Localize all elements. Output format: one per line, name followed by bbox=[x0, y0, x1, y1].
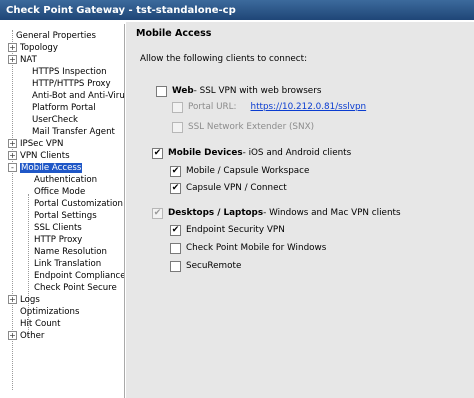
portal-url-row: Portal URL: https://10.212.0.81/sslvpn bbox=[172, 100, 366, 114]
tree-item-hit-count[interactable]: Hit Count bbox=[20, 318, 60, 330]
expand-icon[interactable]: + bbox=[8, 139, 17, 148]
cp-mobile-windows-option[interactable]: Check Point Mobile for Windows bbox=[170, 241, 326, 255]
desktops-laptops-title: Desktops / Laptops bbox=[168, 208, 264, 218]
panel-heading: Mobile Access bbox=[136, 28, 212, 39]
cp-mobile-windows-label: Check Point Mobile for Windows bbox=[186, 243, 327, 253]
capsule-vpn-checkbox[interactable]: ✔ bbox=[170, 182, 181, 194]
tree-item-ipsec-vpn[interactable]: IPSec VPN bbox=[20, 138, 63, 150]
expand-icon[interactable]: + bbox=[8, 43, 17, 52]
mobile-devices-option[interactable]: ✔ Mobile Devices - iOS and Android clien… bbox=[152, 146, 351, 160]
tree-item-general-properties[interactable]: General Properties bbox=[16, 30, 96, 42]
mobile-workspace-label: Mobile / Capsule Workspace bbox=[186, 166, 310, 176]
tree-item-nat[interactable]: NAT bbox=[20, 54, 37, 66]
desktops-laptops-desc: - Windows and Mac VPN clients bbox=[263, 208, 401, 218]
expand-icon[interactable]: + bbox=[8, 331, 17, 340]
capsule-vpn-label: Capsule VPN / Connect bbox=[186, 183, 287, 193]
expand-icon[interactable]: + bbox=[8, 55, 17, 64]
collapse-icon[interactable]: - bbox=[8, 163, 17, 172]
capsule-vpn-option[interactable]: ✔ Capsule VPN / Connect bbox=[170, 181, 287, 195]
tree-item-portal-settings[interactable]: Portal Settings bbox=[34, 210, 97, 222]
endpoint-vpn-checkbox[interactable]: ✔ bbox=[170, 224, 181, 236]
tree-item-https-inspection[interactable]: HTTPS Inspection bbox=[32, 66, 107, 78]
tree-item-http-https-proxy[interactable]: HTTP/HTTPS Proxy bbox=[32, 78, 111, 90]
tree-item-portal-customization[interactable]: Portal Customization bbox=[34, 198, 123, 210]
mobile-devices-title: Mobile Devices bbox=[168, 148, 243, 158]
mobile-workspace-option[interactable]: ✔ Mobile / Capsule Workspace bbox=[170, 164, 309, 178]
snx-option: SSL Network Extender (SNX) bbox=[172, 120, 314, 134]
tree-item-ssl-clients[interactable]: SSL Clients bbox=[34, 222, 82, 234]
expand-icon[interactable]: + bbox=[8, 151, 17, 160]
mobile-devices-desc: - iOS and Android clients bbox=[242, 148, 352, 158]
portal-url-link[interactable]: https://10.212.0.81/sslvpn bbox=[251, 102, 367, 112]
settings-panel: Mobile Access Allow the following client… bbox=[126, 22, 474, 398]
window-title: Check Point Gateway - tst-standalone-cp bbox=[6, 4, 236, 16]
web-checkbox[interactable] bbox=[156, 85, 167, 97]
tree-item-link-translation[interactable]: Link Translation bbox=[34, 258, 101, 270]
panel-intro: Allow the following clients to connect: bbox=[140, 54, 308, 64]
tree-item-optimizations[interactable]: Optimizations bbox=[20, 306, 79, 318]
tree-item-anti-bot-anti-virus[interactable]: Anti-Bot and Anti-Virus bbox=[32, 90, 124, 102]
snx-checkbox bbox=[172, 121, 183, 133]
web-title: Web bbox=[172, 86, 194, 96]
web-desc: - SSL VPN with web browsers bbox=[193, 86, 322, 96]
cp-mobile-windows-checkbox[interactable] bbox=[170, 242, 181, 254]
tree-item-topology[interactable]: Topology bbox=[20, 42, 58, 54]
navigation-tree: General Properties + Topology + NAT HTTP… bbox=[2, 24, 125, 398]
endpoint-vpn-label: Endpoint Security VPN bbox=[186, 225, 285, 235]
expand-icon[interactable]: + bbox=[8, 295, 17, 304]
window-titlebar: Check Point Gateway - tst-standalone-cp bbox=[0, 0, 474, 20]
tree-item-name-resolution[interactable]: Name Resolution bbox=[34, 246, 107, 258]
portal-url-checkbox bbox=[172, 101, 183, 113]
mobile-workspace-checkbox[interactable]: ✔ bbox=[170, 165, 181, 177]
endpoint-vpn-option[interactable]: ✔ Endpoint Security VPN bbox=[170, 223, 285, 237]
securemote-option[interactable]: SecuRemote bbox=[170, 259, 241, 273]
tree-item-usercheck[interactable]: UserCheck bbox=[32, 114, 78, 126]
tree-item-http-proxy[interactable]: HTTP Proxy bbox=[34, 234, 82, 246]
securemote-label: SecuRemote bbox=[186, 261, 242, 271]
tree-item-mobile-access[interactable]: Mobile Access bbox=[20, 162, 83, 174]
web-option[interactable]: Web - SSL VPN with web browsers bbox=[156, 84, 321, 98]
desktops-laptops-checkbox[interactable]: ✔ bbox=[152, 207, 163, 219]
desktops-laptops-option[interactable]: ✔ Desktops / Laptops - Windows and Mac V… bbox=[152, 206, 401, 220]
tree-item-check-point-secure[interactable]: Check Point Secure bbox=[34, 282, 117, 294]
tree-item-endpoint-compliance[interactable]: Endpoint Compliance bbox=[34, 270, 124, 282]
securemote-checkbox[interactable] bbox=[170, 260, 181, 272]
tree-item-other[interactable]: Other bbox=[20, 330, 44, 342]
tree-item-authentication[interactable]: Authentication bbox=[34, 174, 97, 186]
mobile-devices-checkbox[interactable]: ✔ bbox=[152, 147, 163, 159]
snx-label: SSL Network Extender (SNX) bbox=[188, 122, 315, 132]
tree-item-logs[interactable]: Logs bbox=[20, 294, 40, 306]
tree-item-mail-transfer-agent[interactable]: Mail Transfer Agent bbox=[32, 126, 115, 138]
tree-item-office-mode[interactable]: Office Mode bbox=[34, 186, 85, 198]
tree-item-vpn-clients[interactable]: VPN Clients bbox=[20, 150, 70, 162]
portal-url-label: Portal URL: bbox=[188, 102, 237, 112]
tree-item-platform-portal[interactable]: Platform Portal bbox=[32, 102, 96, 114]
